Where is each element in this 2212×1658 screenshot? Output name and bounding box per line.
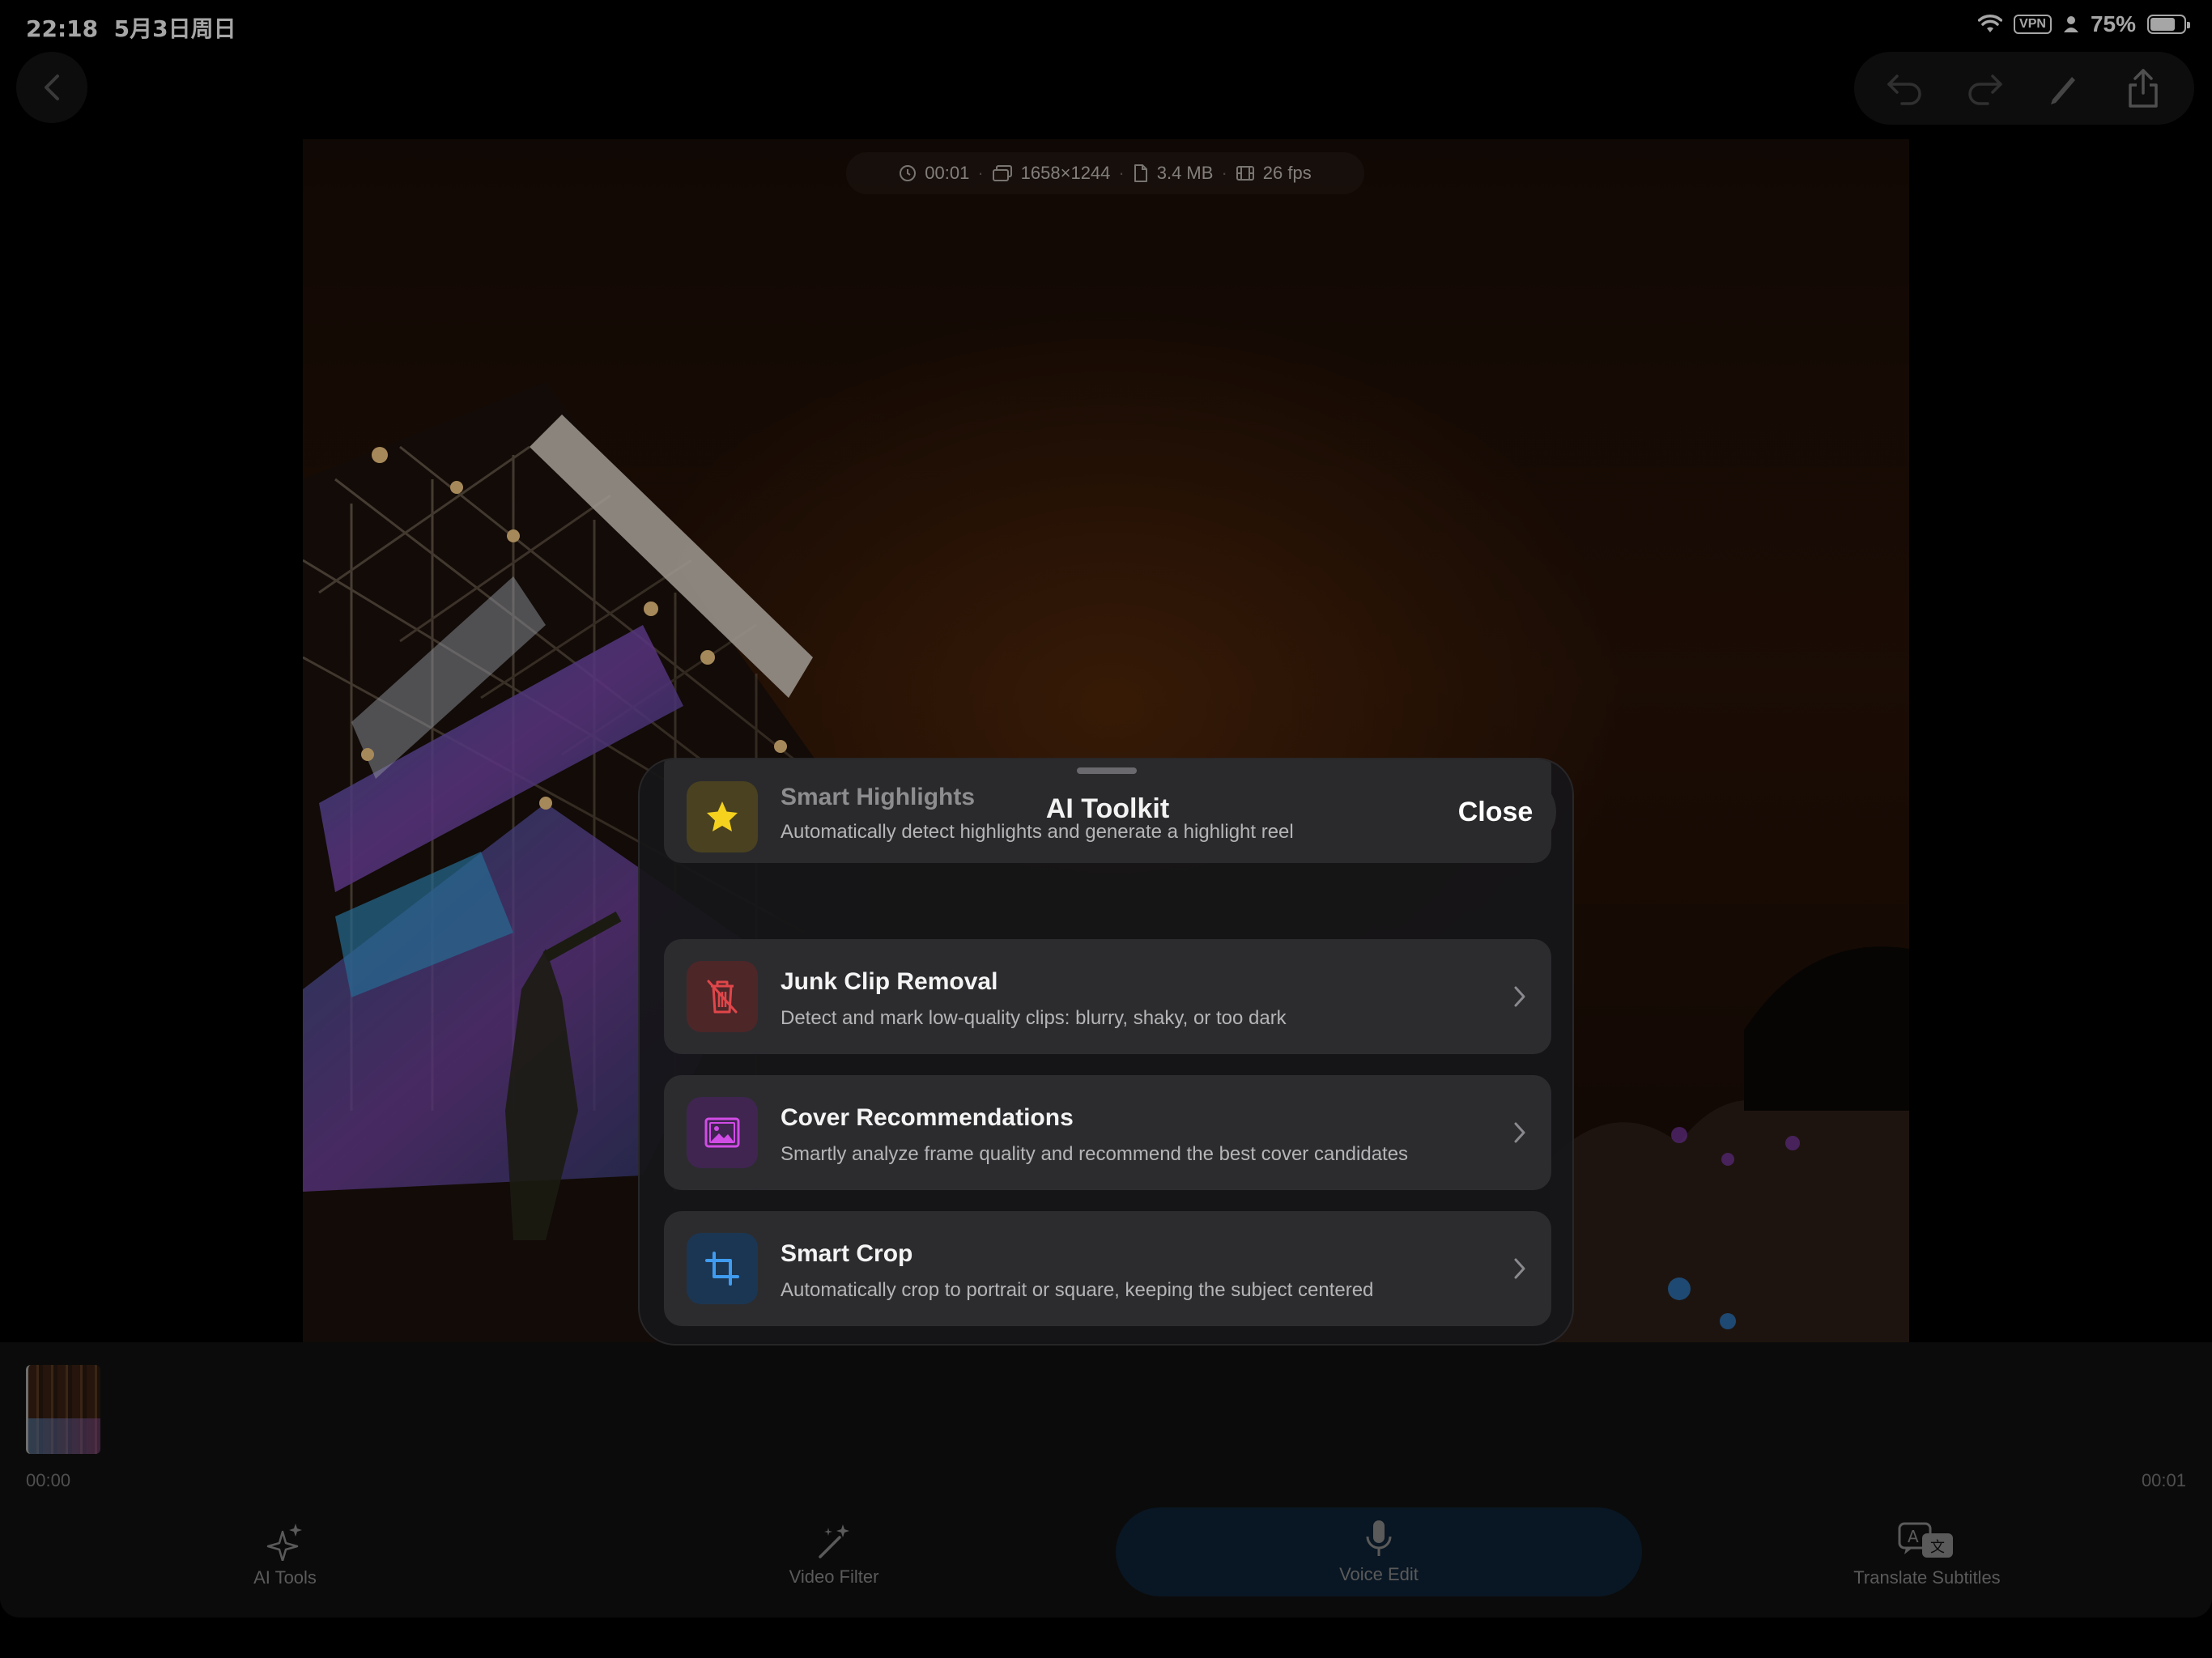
magic-wand-icon [819,1524,849,1558]
status-time: 22:18 5月3日周日 [26,11,236,44]
tab-label: Translate Subtitles [1853,1567,2001,1588]
redo-icon [1968,74,2002,105]
svg-text:文: 文 [1930,1539,1945,1556]
redo-button[interactable] [1952,56,2017,121]
thumbnail-tint [28,1418,100,1454]
toolkit-item-smart-crop[interactable]: Smart Crop Automatically crop to portrai… [664,1211,1551,1326]
battery-fill [2150,18,2175,31]
separator: · [1118,163,1125,183]
edit-toolbar [1854,52,2194,125]
undo-button[interactable] [1873,56,1938,121]
junk-clip-icon-tile [687,961,758,1032]
microphone-icon [1366,1520,1392,1556]
clock-time: 22:18 [26,15,99,42]
toolkit-item-cover-recommendations[interactable]: Cover Recommendations Smartly analyze fr… [664,1075,1551,1190]
sheet-grabber[interactable] [1077,767,1137,774]
cover-recommendations-icon-tile [687,1097,758,1168]
video-duration: 00:01 [925,163,970,183]
tab-label: AI Tools [253,1567,317,1588]
timeline-start-time: 00:00 [26,1470,71,1490]
chevron-left-icon [45,74,59,100]
file-icon [1134,164,1147,182]
chevron-right-icon [1514,986,1525,1007]
item-title: Junk Clip Removal [781,968,998,995]
tab-label: Video Filter [789,1567,879,1587]
back-button[interactable] [16,52,87,123]
person-icon [2063,16,2078,32]
share-button[interactable] [2111,56,2176,121]
status-bar: 22:18 5月3日周日 VPN 75% [0,0,2212,52]
resolution-icon [992,165,1012,181]
smart-crop-icon-tile [687,1233,758,1304]
separator: · [1221,163,1227,183]
tab-label: Voice Edit [1339,1564,1419,1584]
status-indicators: VPN 75% [1978,11,2190,37]
sparkles-icon [266,1524,302,1561]
item-description: Smartly analyze frame quality and recomm… [781,1143,1409,1165]
separator: · [977,163,984,183]
chevron-right-icon [1514,1122,1525,1143]
timeline-end-time: 00:01 [2141,1470,2186,1490]
tab-video-filter[interactable]: Video Filter [753,1503,915,1608]
item-description: Automatically crop to portrait or square… [781,1279,1374,1301]
video-resolution: 1658×1244 [1020,163,1111,183]
bottom-tab-bar: AI Tools Video Filter Voice Edit A 文 Tra… [0,1503,2212,1608]
timeline-thumbnail-strip[interactable] [26,1365,100,1454]
edit-button[interactable] [2031,56,2096,121]
item-title: Smart Crop [781,1240,913,1267]
tab-voice-edit[interactable]: Voice Edit [1116,1507,1642,1596]
undo-icon [1887,74,1921,105]
svg-text:A: A [1908,1527,1919,1546]
item-description: Detect and mark low-quality clips: blurr… [781,1007,1287,1029]
wifi-icon [1978,15,2003,32]
tab-translate-subtitles[interactable]: A 文 Translate Subtitles [1814,1503,2040,1608]
film-icon [1236,166,1254,181]
battery-tip [2187,22,2190,28]
editor-bottom-panel: 00:00 00:01 AI Tools Video Filter Voice … [0,1342,2212,1618]
battery-icon [2147,15,2190,34]
share-icon [2129,69,2158,108]
battery-percent: 75% [2090,11,2136,36]
crop-icon [705,1252,739,1286]
chevron-right-icon [1514,1258,1525,1279]
trash-icon [707,980,738,1014]
vpn-badge: VPN [2014,15,2052,34]
sheet-title: AI Toolkit [1045,793,1170,824]
close-button[interactable]: Close [1435,776,1556,848]
video-fps: 26 fps [1262,163,1312,183]
item-title: Cover Recommendations [781,1104,1074,1131]
pencil-icon [2051,77,2075,104]
tab-ai-tools[interactable]: AI Tools [204,1503,366,1608]
image-icon [704,1117,740,1148]
video-info-bar: 00:01 · 1658×1244 · 3.4 MB · 26 fps [846,152,1364,194]
clock-icon [900,165,917,181]
toolkit-item-junk-clip-removal[interactable]: Junk Clip Removal Detect and mark low-qu… [664,939,1551,1054]
ai-toolkit-sheet: Smart Highlights Automatically detect hi… [638,758,1574,1346]
video-file-size: 3.4 MB [1156,163,1214,183]
status-date: 5月3日周日 [113,15,236,42]
translate-icon: A 文 [1898,1522,1953,1558]
